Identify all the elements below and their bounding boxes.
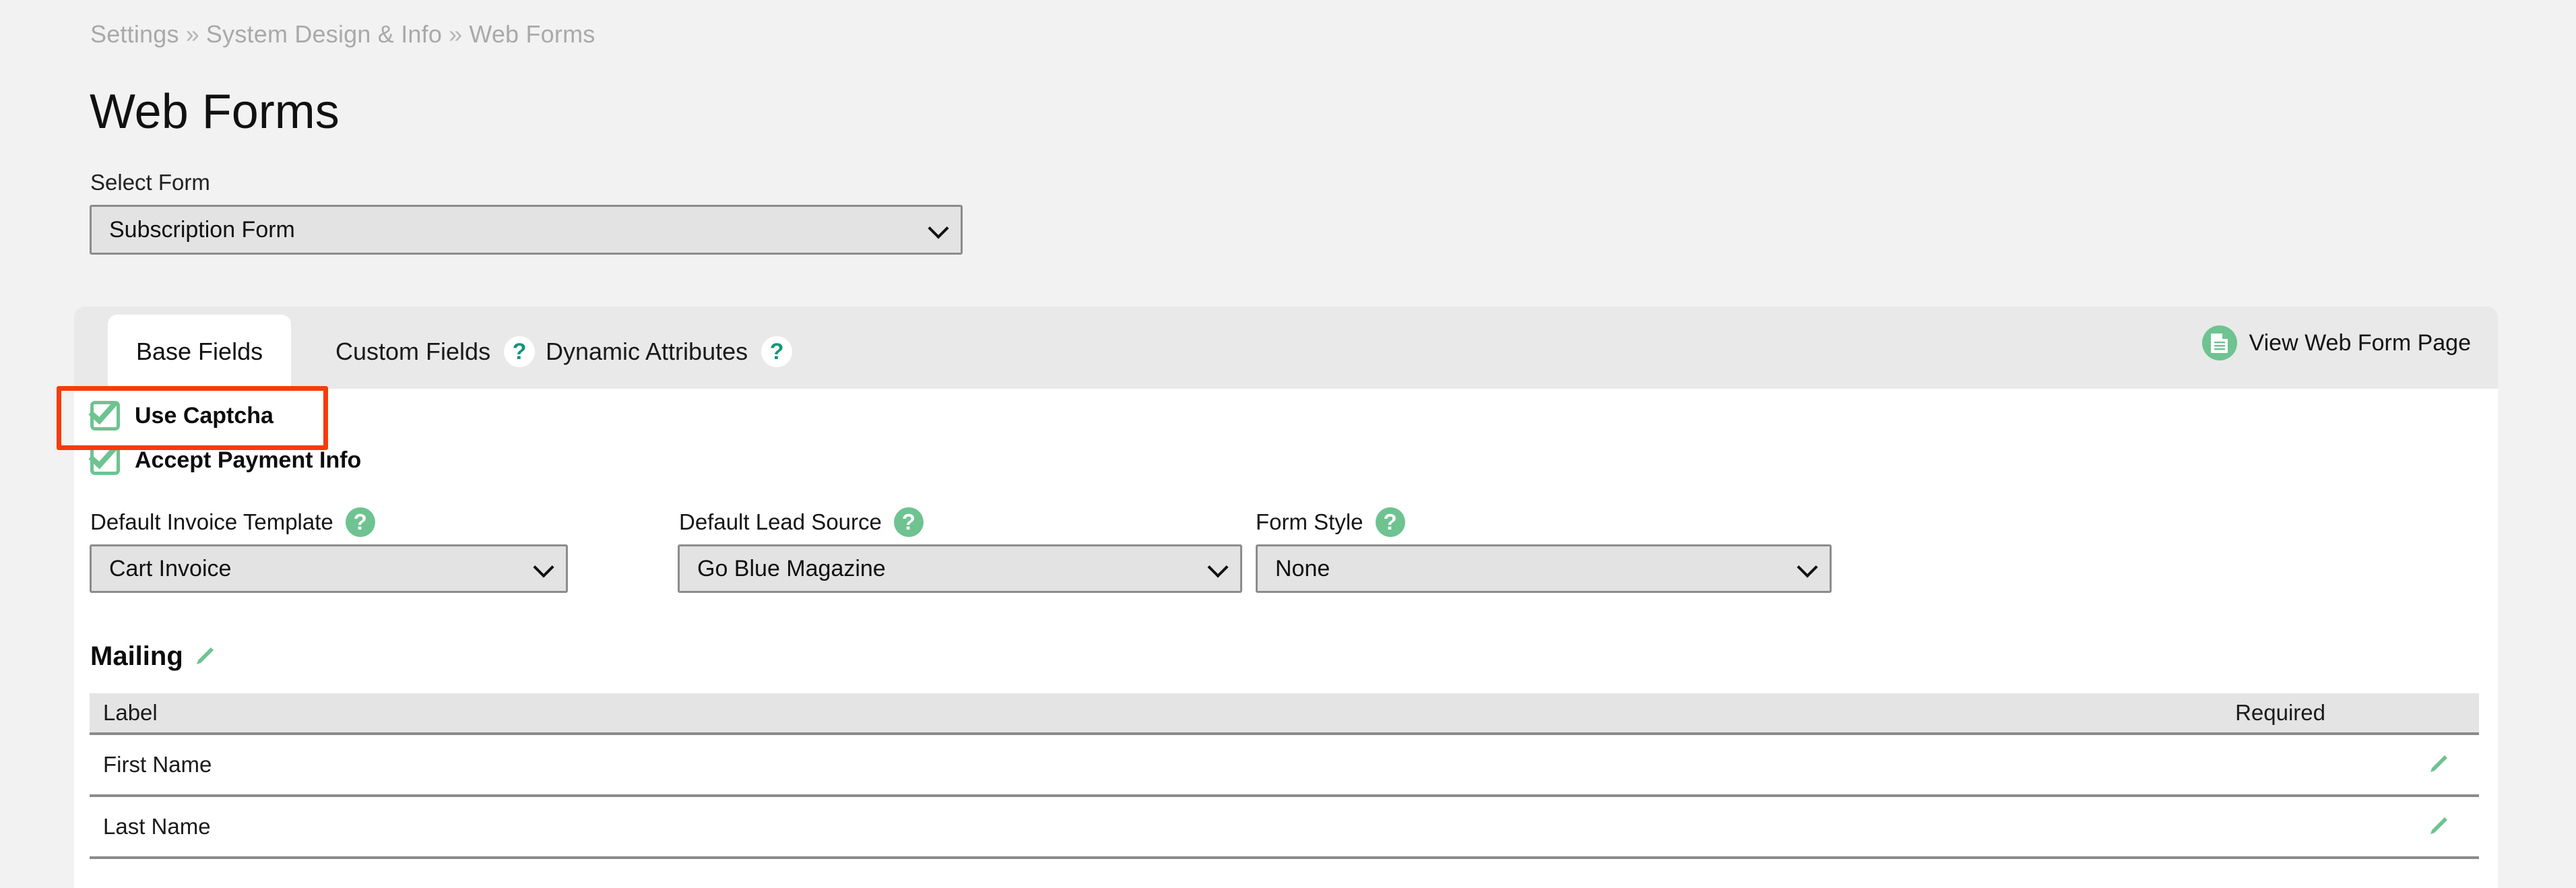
document-icon xyxy=(2201,325,2237,360)
checkbox-row-use-captcha[interactable]: Use Captcha xyxy=(88,394,273,431)
view-web-form-page-link[interactable]: View Web Form Page xyxy=(2201,325,2471,360)
breadcrumb-separator: » xyxy=(185,20,199,48)
checkbox-checked-icon[interactable] xyxy=(88,439,120,475)
label-default-invoice-template: Default Invoice Template ? xyxy=(90,507,375,537)
chevron-down-icon xyxy=(928,218,949,239)
web-forms-page: Settings» System Design & Info» Web Forms … xyxy=(0,0,2576,888)
chevron-down-icon xyxy=(1797,557,1818,578)
table-header-row: Label Required xyxy=(90,693,2479,735)
checkbox-row-accept-payment-info[interactable]: Accept Payment Info xyxy=(88,439,362,475)
pencil-icon[interactable] xyxy=(2424,813,2451,840)
dropdown-value: Cart Invoice xyxy=(109,555,232,581)
table-row[interactable]: Last Name xyxy=(90,797,2479,859)
label-form-style: Form Style ? xyxy=(1256,507,1405,537)
field-label-last-name: Last Name xyxy=(103,814,211,839)
help-icon[interactable]: ? xyxy=(1375,507,1405,537)
chevron-down-icon xyxy=(1207,557,1229,578)
label-text: Default Invoice Template xyxy=(90,509,333,534)
tab-strip: Base Fields Custom Fields ? Dynamic Attr… xyxy=(74,307,2498,389)
chevron-down-icon xyxy=(533,557,554,578)
field-label-first-name: First Name xyxy=(103,752,212,777)
select-form-label: Select Form xyxy=(90,170,210,195)
checkbox-checked-icon[interactable] xyxy=(88,394,120,431)
column-header-required: Required xyxy=(2235,700,2325,725)
tab-custom-fields-label: Custom Fields xyxy=(335,338,491,365)
select-form-value: Subscription Form xyxy=(109,216,295,243)
help-icon[interactable]: ? xyxy=(345,507,375,537)
breadcrumb-item-system-design-info[interactable]: System Design & Info xyxy=(206,20,442,48)
dropdown-value: None xyxy=(1275,555,1330,581)
dropdown-value: Go Blue Magazine xyxy=(697,555,886,581)
select-form-dropdown[interactable]: Subscription Form xyxy=(90,205,963,255)
section-title: Mailing xyxy=(90,641,183,671)
tab-custom-fields[interactable]: Custom Fields ? xyxy=(335,315,536,389)
tab-base-fields-label: Base Fields xyxy=(136,338,263,365)
fields-table: Label Required First Name Last Name xyxy=(90,693,2479,859)
dropdown-form-style[interactable]: None xyxy=(1256,544,1832,593)
help-icon[interactable]: ? xyxy=(761,336,793,367)
tab-dynamic-attributes[interactable]: Dynamic Attributes ? xyxy=(546,315,793,389)
checkbox-label-use-captcha: Use Captcha xyxy=(135,402,273,429)
pencil-icon[interactable] xyxy=(2424,751,2451,778)
checkbox-label-accept-payment-info: Accept Payment Info xyxy=(135,447,362,473)
tab-dynamic-attributes-label: Dynamic Attributes xyxy=(546,338,748,365)
pencil-icon[interactable] xyxy=(190,643,217,670)
dropdown-default-lead-source[interactable]: Go Blue Magazine xyxy=(678,544,1242,593)
label-text: Default Lead Source xyxy=(679,509,882,534)
table-row[interactable]: First Name xyxy=(90,735,2479,797)
breadcrumb-item-web-forms: Web Forms xyxy=(469,20,595,48)
page-title: Web Forms xyxy=(90,85,340,139)
label-default-lead-source: Default Lead Source ? xyxy=(679,507,924,537)
tab-base-fields[interactable]: Base Fields xyxy=(108,315,292,389)
section-heading-mailing: Mailing xyxy=(90,641,217,672)
help-icon[interactable]: ? xyxy=(893,507,924,537)
column-header-label: Label xyxy=(103,700,158,725)
breadcrumb-separator: » xyxy=(449,20,463,48)
view-web-form-page-label: View Web Form Page xyxy=(2249,329,2471,356)
breadcrumb: Settings» System Design & Info» Web Forms xyxy=(90,20,595,49)
breadcrumb-item-settings[interactable]: Settings xyxy=(90,20,179,48)
label-text: Form Style xyxy=(1256,509,1363,534)
help-icon[interactable]: ? xyxy=(504,336,536,367)
dropdown-default-invoice-template[interactable]: Cart Invoice xyxy=(90,544,568,593)
